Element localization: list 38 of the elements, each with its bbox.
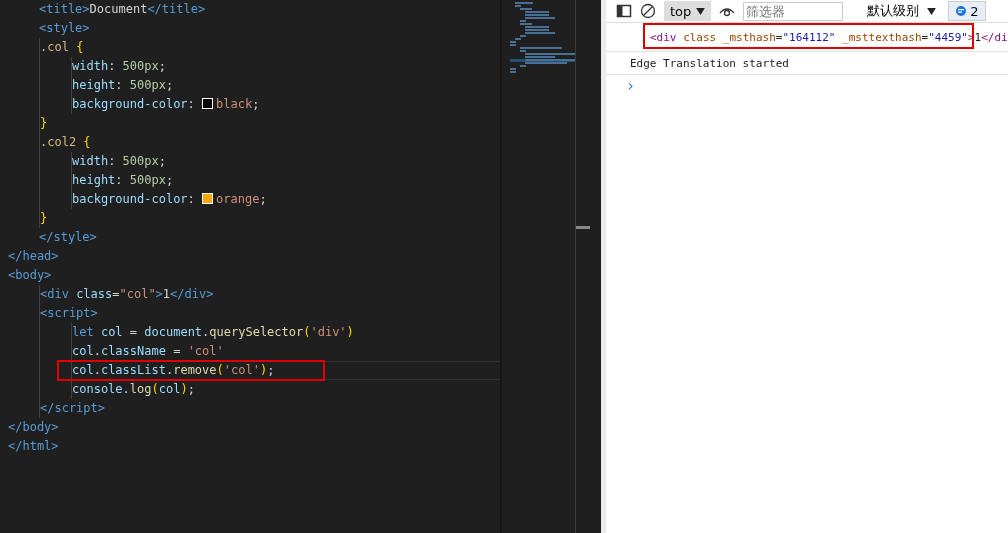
caret-icon[interactable]: [696, 7, 706, 15]
color-swatch[interactable]: [202, 98, 214, 109]
code-line: <div class="col">1</div>: [40, 286, 214, 303]
code-line: </body>: [8, 419, 59, 436]
code-line: <title>Document</title>: [39, 1, 206, 18]
code-line: }: [40, 115, 48, 132]
color-swatch[interactable]: [202, 193, 214, 204]
code-line: console.log(col);: [72, 381, 195, 398]
context-dropdown[interactable]: top: [664, 1, 712, 21]
scrollbar-thumb[interactable]: [576, 226, 590, 229]
code-line: .col2 {: [40, 134, 91, 151]
code-line: </style>: [39, 229, 97, 246]
code-line: col.classList.remove('col');: [72, 362, 275, 379]
code-line: width: 500px;: [72, 153, 166, 170]
code-line: background-color: black;: [72, 96, 260, 113]
code-line: .col {: [40, 39, 84, 56]
code-line: <style>: [39, 20, 90, 37]
code-line: col.className = 'col': [72, 343, 224, 360]
code-line: }: [40, 210, 48, 227]
code-line: </script>: [40, 400, 106, 417]
code-editor[interactable]: [0, 0, 500, 533]
code-line: height: 500px;: [72, 77, 174, 94]
code-line: <body>: [8, 267, 52, 284]
console-prompt[interactable]: ›: [626, 77, 636, 95]
issues-badge[interactable]: 2: [948, 1, 986, 21]
minimap[interactable]: [500, 0, 575, 533]
caret-icon[interactable]: [927, 7, 937, 15]
code-line: background-color: orange;: [72, 191, 267, 208]
code-line: height: 500px;: [72, 172, 174, 189]
code-line: let col = document.querySelector('div'): [72, 324, 354, 341]
filter-field[interactable]: 筛选器: [743, 1, 844, 21]
code-line: </head>: [8, 248, 59, 265]
log-message: Edge Translation started: [630, 56, 789, 70]
sidebar-toggle-icon[interactable]: [616, 3, 632, 19]
code-line: </html>: [8, 438, 59, 455]
code-line: <script>: [40, 305, 98, 322]
clear-console-icon[interactable]: [640, 3, 656, 19]
code-line: width: 500px;: [72, 58, 166, 75]
